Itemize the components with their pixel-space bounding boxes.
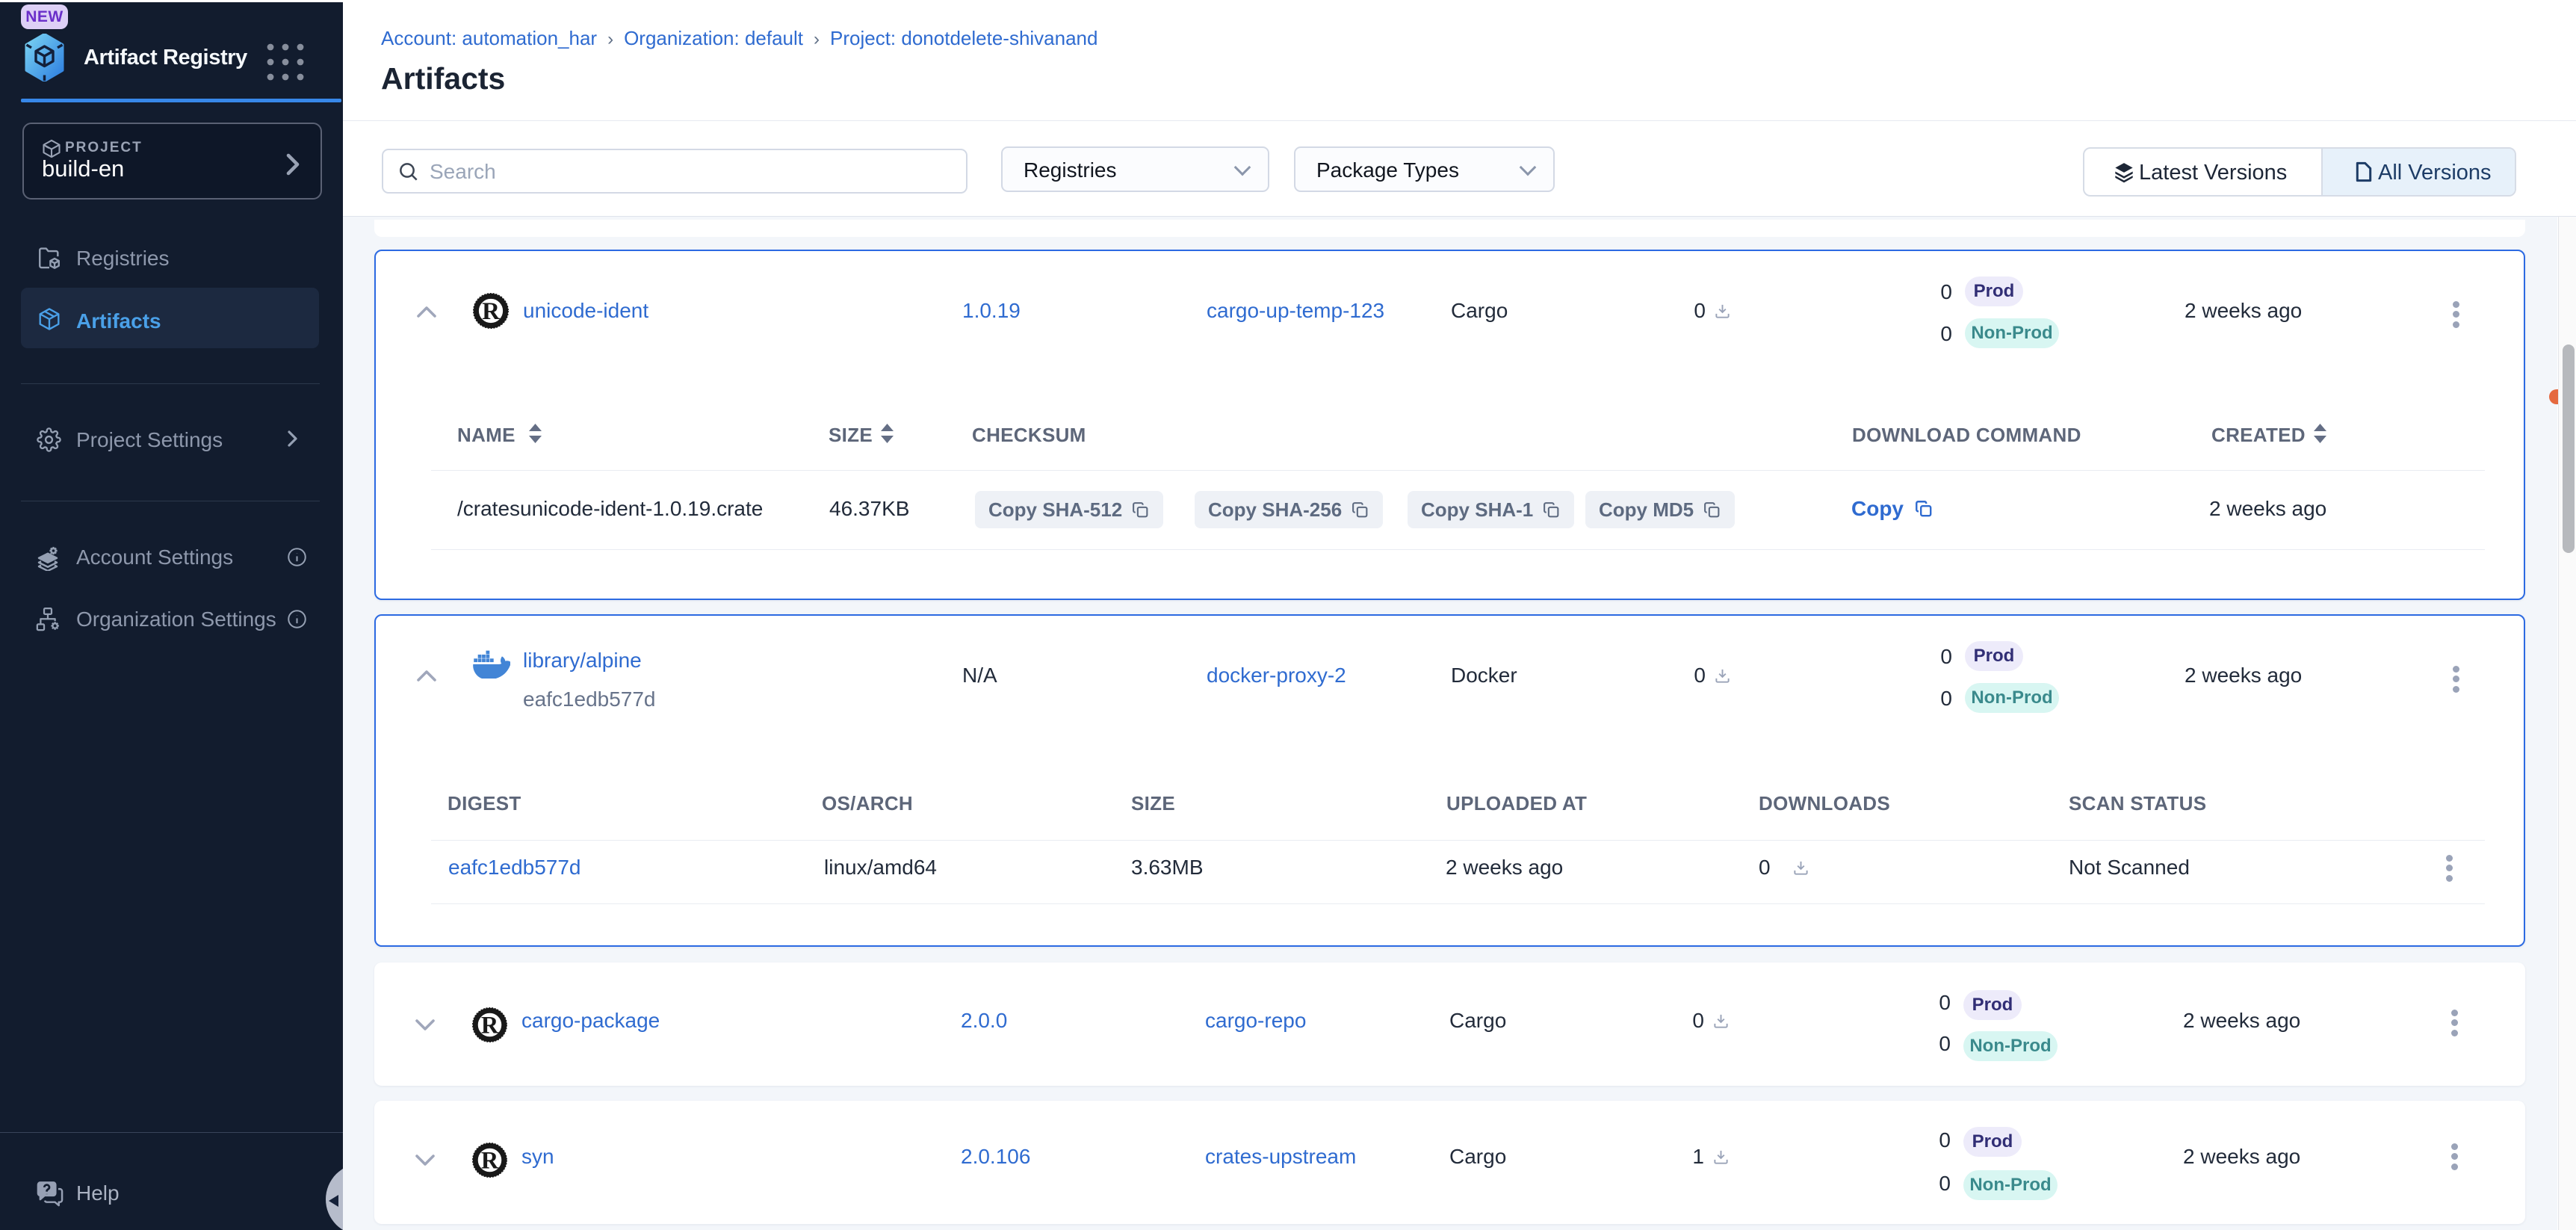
svg-text:R: R (482, 298, 501, 325)
svg-text:R: R (481, 1146, 499, 1173)
svg-text:R: R (481, 1011, 499, 1038)
